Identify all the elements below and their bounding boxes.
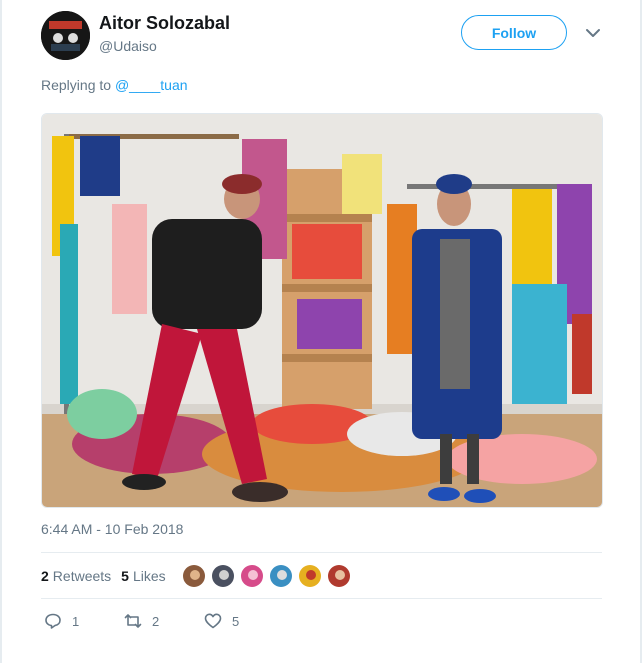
tweet-timestamp[interactable]: 6:44 AM - 10 Feb 2018 [41, 521, 183, 537]
liker-avatar[interactable] [327, 564, 351, 588]
liker-avatar[interactable] [269, 564, 293, 588]
liker-avatar[interactable] [182, 564, 206, 588]
reply-icon [45, 613, 61, 629]
divider-top [41, 552, 602, 553]
heart-icon [204, 613, 222, 629]
reply-count: 1 [72, 613, 80, 629]
retweets-count: 2 [41, 568, 49, 584]
likes-count: 5 [121, 568, 129, 584]
display-name[interactable]: Aitor Solozabal [99, 13, 230, 34]
reply-mention-link[interactable]: @____tuan [115, 77, 188, 93]
liker-avatar[interactable] [211, 564, 235, 588]
replying-to: Replying to @____tuan [41, 77, 188, 93]
like-count: 5 [232, 613, 240, 629]
retweet-count: 2 [152, 613, 160, 629]
replying-prefix: Replying to [41, 77, 115, 93]
avatar[interactable] [41, 11, 90, 60]
left-border [0, 0, 2, 663]
liker-avatar[interactable] [240, 564, 264, 588]
liker-avatar[interactable] [298, 564, 322, 588]
follow-button[interactable]: Follow [461, 15, 567, 50]
tweet-card: Aitor Solozabal @Udaiso Follow Replying … [0, 0, 642, 663]
likes-label: Likes [132, 568, 166, 584]
tweet-actions: 1 2 5 [44, 612, 239, 630]
likers-avatars [182, 564, 356, 588]
retweet-action[interactable]: 2 [124, 612, 204, 630]
user-handle[interactable]: @Udaiso [99, 38, 157, 54]
chevron-down-icon[interactable] [584, 24, 602, 42]
like-action[interactable]: 5 [204, 612, 239, 630]
tweet-photo[interactable] [41, 113, 603, 508]
retweets-stat[interactable]: 2 Retweets [41, 568, 111, 584]
retweet-icon [124, 614, 142, 628]
divider-bottom [41, 598, 602, 599]
reply-action[interactable]: 1 [44, 612, 124, 630]
tweet-stats: 2 Retweets 5 Likes [41, 567, 176, 585]
likes-stat[interactable]: 5 Likes [121, 568, 165, 584]
retweets-label: Retweets [52, 568, 112, 584]
